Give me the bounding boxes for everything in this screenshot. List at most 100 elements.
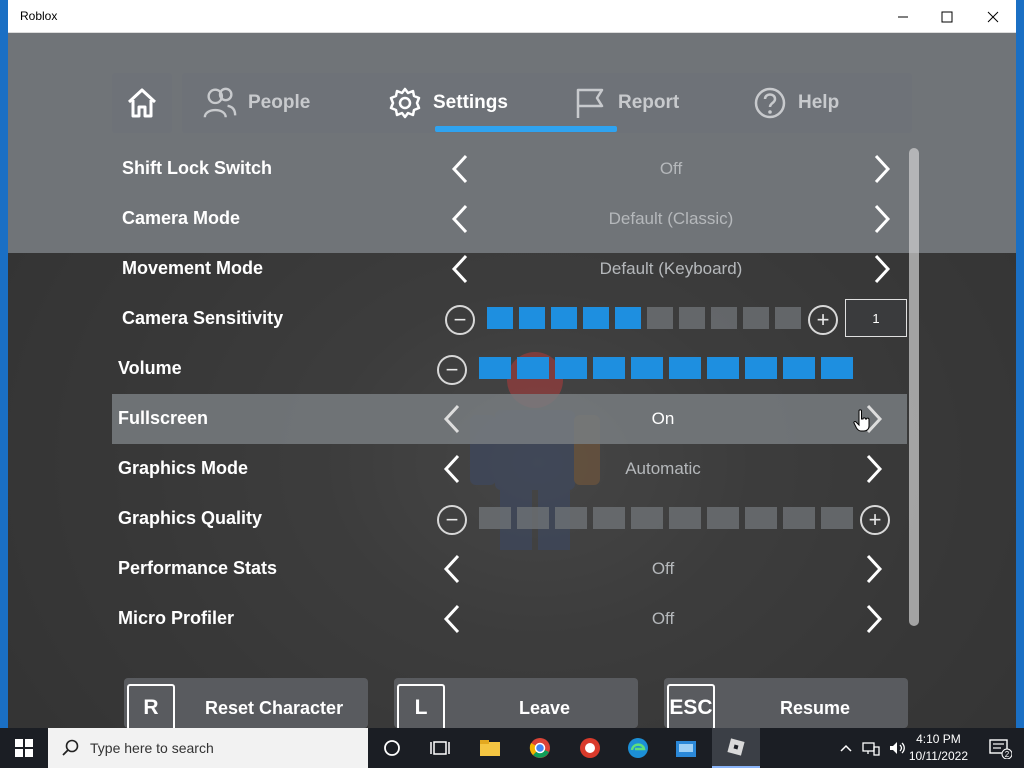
left-arrow-button[interactable] — [448, 153, 472, 185]
show-hidden-icons-button[interactable] — [834, 728, 858, 768]
slider-segment[interactable] — [647, 307, 673, 329]
minimize-button[interactable] — [880, 0, 926, 33]
edge-button[interactable] — [614, 728, 662, 768]
volume-slider[interactable] — [479, 357, 853, 381]
slider-segment[interactable] — [707, 507, 739, 529]
slider-segment[interactable] — [593, 357, 625, 379]
maximize-button[interactable] — [924, 0, 970, 33]
sensitivity-input[interactable]: 1 — [845, 299, 907, 337]
close-button[interactable] — [970, 0, 1016, 33]
decrease-button[interactable]: − — [437, 355, 467, 385]
windows-icon — [15, 739, 33, 757]
slider-segment[interactable] — [479, 507, 511, 529]
slider-segment[interactable] — [555, 507, 587, 529]
maximize-icon — [941, 11, 953, 22]
slider-segment[interactable] — [745, 357, 777, 379]
chrome-button[interactable] — [516, 728, 564, 768]
clock-date: 10/11/2022 — [908, 749, 968, 763]
increase-button[interactable]: + — [808, 305, 838, 335]
decrease-button[interactable]: − — [437, 505, 467, 535]
slider-segment[interactable] — [775, 307, 801, 329]
leave-button[interactable]: L Leave — [394, 678, 638, 728]
task-view-button[interactable] — [416, 728, 464, 768]
network-button[interactable] — [858, 728, 884, 768]
settings-scrollbar[interactable] — [909, 148, 919, 626]
tab-people-label: People — [248, 92, 311, 113]
right-arrow-button[interactable] — [870, 153, 894, 185]
slider-segment[interactable] — [707, 357, 739, 379]
slider-segment[interactable] — [615, 307, 641, 329]
slider-segment[interactable] — [669, 507, 701, 529]
key-hint-r: R — [127, 684, 175, 728]
decrease-button[interactable]: − — [445, 305, 475, 335]
taskbar-search[interactable]: Type here to search — [48, 728, 368, 768]
graphics-quality-slider[interactable] — [479, 507, 853, 531]
slider-segment[interactable] — [631, 507, 663, 529]
setting-label: Movement Mode — [122, 258, 264, 278]
file-explorer-button[interactable] — [466, 728, 514, 768]
increase-button[interactable]: + — [860, 505, 890, 535]
taskbar-clock[interactable]: 4:10 PM 10/11/2022 — [909, 731, 968, 765]
setting-row-fullscreen[interactable]: Fullscreen On — [112, 394, 907, 444]
left-arrow-button[interactable] — [448, 253, 472, 285]
setting-label: Shift Lock Switch — [122, 158, 273, 178]
slider-segment[interactable] — [517, 357, 549, 379]
notifications-button[interactable]: 2 — [976, 728, 1024, 768]
camera-sensitivity-slider[interactable] — [487, 307, 801, 331]
slider-segment[interactable] — [487, 307, 513, 329]
home-tab[interactable] — [112, 73, 172, 133]
close-icon — [987, 11, 999, 22]
left-arrow-button[interactable] — [440, 603, 464, 635]
setting-value: On — [651, 409, 675, 428]
volume-button[interactable] — [884, 728, 910, 768]
store-button[interactable] — [662, 728, 710, 768]
slider-segment[interactable] — [517, 507, 549, 529]
resume-button[interactable]: ESC Resume — [664, 678, 908, 728]
slider-segment[interactable] — [679, 307, 705, 329]
tab-people[interactable]: People — [202, 73, 310, 133]
chevron-left-icon — [443, 454, 460, 484]
chevron-right-icon — [874, 154, 891, 184]
start-button[interactable] — [0, 728, 48, 768]
slider-segment[interactable] — [821, 507, 853, 529]
left-arrow-button[interactable] — [448, 203, 472, 235]
right-arrow-button[interactable] — [870, 203, 894, 235]
left-arrow-button[interactable] — [440, 403, 464, 435]
minus-icon: − — [453, 307, 467, 332]
chevron-right-icon — [866, 554, 883, 584]
chevron-left-icon — [443, 554, 460, 584]
slider-segment[interactable] — [551, 307, 577, 329]
slider-segment[interactable] — [711, 307, 737, 329]
cortana-button[interactable] — [368, 728, 416, 768]
slider-segment[interactable] — [821, 357, 853, 379]
reset-character-button[interactable]: R Reset Character — [124, 678, 368, 728]
tab-settings[interactable]: Settings — [387, 73, 508, 133]
slider-segment[interactable] — [583, 307, 609, 329]
tab-report[interactable]: Report — [572, 73, 679, 133]
right-arrow-button[interactable] — [862, 553, 886, 585]
slider-segment[interactable] — [593, 507, 625, 529]
minus-icon: − — [445, 507, 459, 532]
slider-segment[interactable] — [631, 357, 663, 379]
slider-segment[interactable] — [743, 307, 769, 329]
right-arrow-button[interactable] — [862, 453, 886, 485]
button-label: Reset Character — [205, 698, 344, 718]
right-arrow-button[interactable] — [862, 603, 886, 635]
slider-segment[interactable] — [783, 357, 815, 379]
slider-segment[interactable] — [479, 357, 511, 379]
left-arrow-button[interactable] — [440, 553, 464, 585]
slider-segment[interactable] — [669, 357, 701, 379]
setting-label: Micro Profiler — [118, 608, 235, 628]
roblox-taskbar-button[interactable] — [712, 728, 760, 768]
slider-segment[interactable] — [783, 507, 815, 529]
tab-help[interactable]: Help — [752, 73, 839, 133]
setting-value: Automatic — [625, 459, 701, 478]
slider-segment[interactable] — [555, 357, 587, 379]
tabs-container: People Settings Report Help — [182, 73, 912, 133]
app-red-button[interactable] — [566, 728, 614, 768]
left-arrow-button[interactable] — [440, 453, 464, 485]
slider-segment[interactable] — [519, 307, 545, 329]
settings-list: Shift Lock Switch Off Camera Mode Defaul… — [112, 144, 912, 664]
right-arrow-button[interactable] — [870, 253, 894, 285]
slider-segment[interactable] — [745, 507, 777, 529]
